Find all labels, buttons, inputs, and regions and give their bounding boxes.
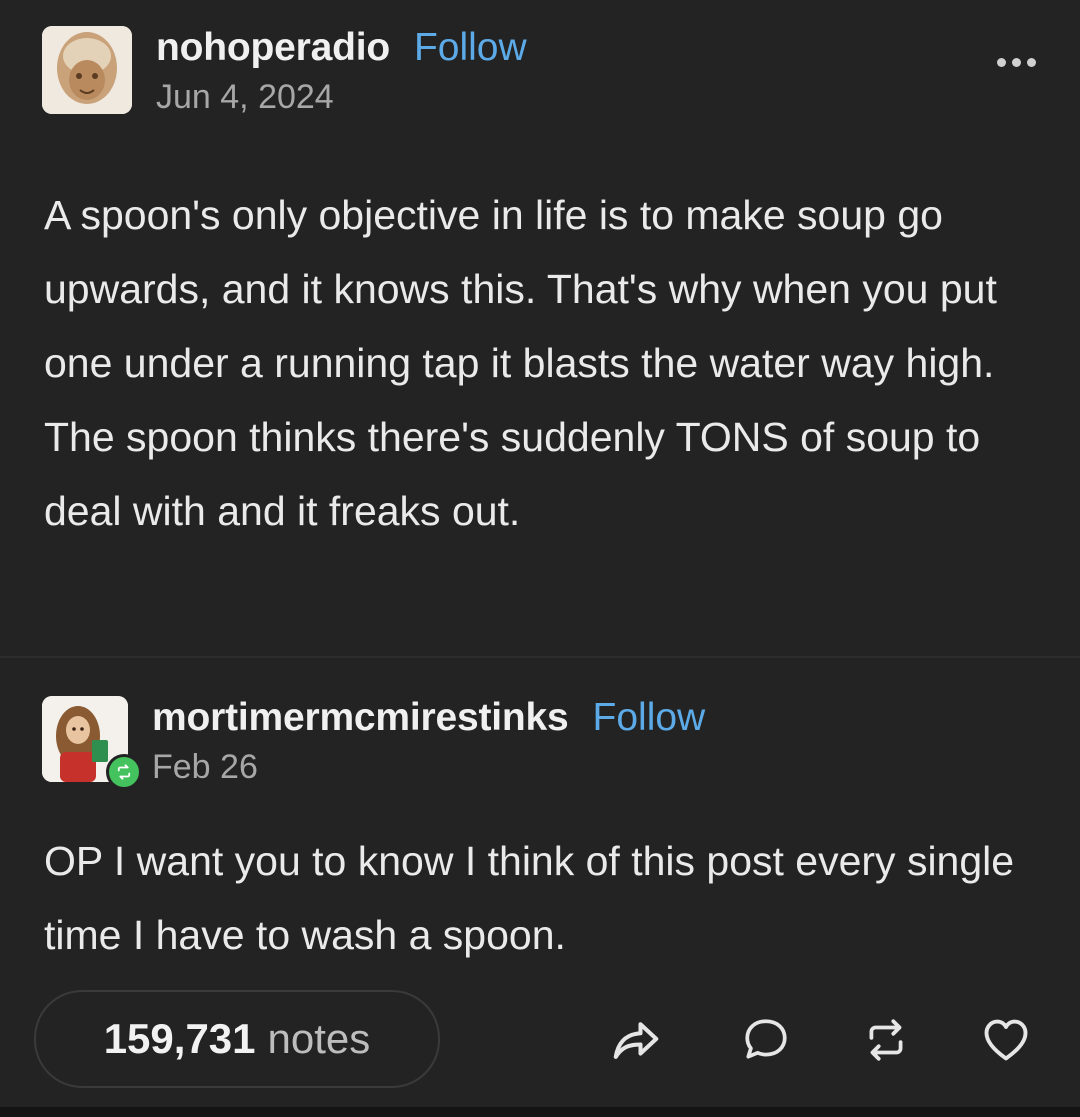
bottom-edge xyxy=(0,1107,1080,1117)
op-avatar[interactable] xyxy=(42,26,132,114)
notes-label: notes xyxy=(267,1015,371,1062)
op-meta: nohoperadio Follow Jun 4, 2024 xyxy=(156,26,527,117)
reblog-badge-icon xyxy=(106,754,142,790)
reblog-divider xyxy=(0,656,1080,658)
op-follow-button[interactable]: Follow xyxy=(414,26,527,70)
more-options-icon[interactable] xyxy=(997,58,1036,67)
reblog-name-row: mortimermcmirestinks Follow xyxy=(152,696,705,740)
reblog-date: Feb 26 xyxy=(152,748,258,786)
notes-button[interactable]: 159,731 notes xyxy=(34,990,440,1088)
reblog-follow-button[interactable]: Follow xyxy=(593,696,706,740)
op-header: nohoperadio Follow Jun 4, 2024 xyxy=(42,26,527,117)
reblog-icon[interactable] xyxy=(856,1010,916,1070)
post-card: nohoperadio Follow Jun 4, 2024 A spoon's… xyxy=(0,0,1080,1117)
op-date: Jun 4, 2024 xyxy=(156,78,334,116)
more-dot xyxy=(1027,58,1036,67)
notes-count: 159,731 xyxy=(103,1015,256,1062)
like-icon[interactable] xyxy=(976,1010,1036,1070)
op-username[interactable]: nohoperadio xyxy=(156,26,390,70)
reblog-meta: mortimermcmirestinks Follow Feb 26 xyxy=(152,696,705,787)
reblog-username[interactable]: mortimermcmirestinks xyxy=(152,696,569,740)
more-dot xyxy=(997,58,1006,67)
reply-icon[interactable] xyxy=(736,1010,796,1070)
share-icon[interactable] xyxy=(606,1010,666,1070)
more-dot xyxy=(1012,58,1021,67)
post-footer: 159,731 notes xyxy=(34,990,1046,1088)
reblog-post-text: OP I want you to know I think of this po… xyxy=(44,838,1015,958)
op-post-text: A spoon's only objective in life is to m… xyxy=(44,192,997,534)
op-name-row: nohoperadio Follow xyxy=(156,26,527,70)
